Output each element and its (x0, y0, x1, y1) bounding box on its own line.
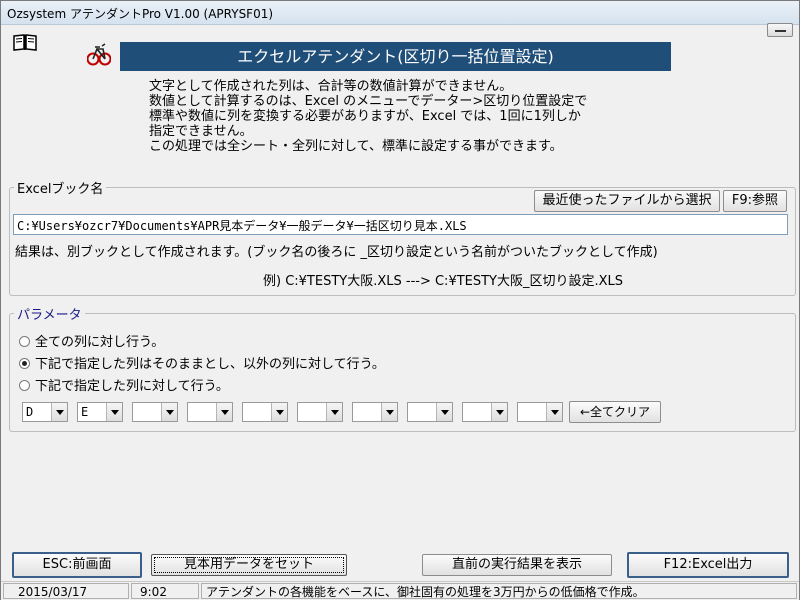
recent-files-button[interactable]: 最近使ったファイルから選択 (534, 190, 720, 212)
result-note: 結果は、別ブックとして作成されます。(ブック名の後ろに _区切り設定という名前が… (15, 245, 658, 260)
column-select-8[interactable] (407, 402, 453, 422)
radio-all-columns[interactable]: 全ての列に対し行う。 (19, 331, 164, 350)
chevron-down-icon[interactable] (326, 403, 342, 421)
description-line: 標準や数値に列を変換する必要がありますが、Excel では、1回に1列しか (149, 109, 581, 124)
status-date: 2015/03/17 (3, 583, 129, 599)
title-bar: Ozsystem アテンダントPro V1.00 (APRYSF01) (1, 1, 799, 25)
description-line: 数値として計算するのは、Excel のメニューでデーター>区切り位置設定で (149, 94, 588, 109)
book-icon[interactable] (13, 33, 37, 51)
clear-all-button[interactable]: ←全てクリア (569, 401, 661, 423)
status-message: アテンダントの各機能をベースに、御社固有の処理を3万円からの低価格で作成。 (201, 583, 797, 599)
radio-label: 下記で指定した列に対して行う。 (35, 379, 229, 394)
description-line: この処理では全シート・全列に対して、標準に設定する事ができます。 (149, 139, 563, 154)
status-time: 9:02 (131, 583, 199, 599)
radio-except-columns[interactable]: 下記で指定した列はそのままとし、以外の列に対して行う。 (19, 353, 385, 372)
radio-icon[interactable] (19, 380, 30, 391)
chevron-down-icon[interactable] (51, 403, 67, 421)
parameters-legend: パラメータ (17, 308, 82, 323)
column-select-7[interactable] (352, 402, 398, 422)
radio-label: 下記で指定した列はそのままとし、以外の列に対して行う。 (35, 357, 385, 372)
column-select-10[interactable] (517, 402, 563, 422)
window-title: Ozsystem アテンダントPro V1.00 (APRYSF01) (7, 7, 274, 21)
app-window: Ozsystem アテンダントPro V1.00 (APRYSF01) エクセル… (0, 0, 800, 600)
example-note: 例) C:¥TESTY大阪.XLS ---> C:¥TESTY大阪_区切り設定.… (263, 274, 624, 289)
chevron-down-icon[interactable] (436, 403, 452, 421)
chevron-down-icon[interactable] (381, 403, 397, 421)
chevron-down-icon[interactable] (216, 403, 232, 421)
page-title-banner: エクセルアテンダント(区切り一括位置設定) (120, 42, 671, 71)
radio-label: 全ての列に対し行う。 (35, 335, 165, 350)
radio-specified-columns[interactable]: 下記で指定した列に対して行う。 (19, 375, 229, 394)
show-previous-result-button[interactable]: 直前の実行結果を表示 (422, 554, 612, 576)
chevron-down-icon[interactable] (161, 403, 177, 421)
bicycle-icon (87, 43, 111, 66)
esc-back-button[interactable]: ESC:前画面 (12, 552, 142, 578)
column-select-9[interactable] (462, 402, 508, 422)
chevron-down-icon[interactable] (546, 403, 562, 421)
column-select-value: E (81, 405, 89, 419)
radio-icon[interactable] (19, 336, 30, 347)
column-select-1[interactable]: D (22, 402, 68, 422)
column-select-6[interactable] (297, 402, 343, 422)
description-line: 指定できません。 (149, 124, 253, 139)
description: 文字として作成された列は、合計等の数値計算ができません。 数値として計算するのは… (149, 79, 709, 154)
chevron-down-icon[interactable] (106, 403, 122, 421)
column-select-2[interactable]: E (77, 402, 123, 422)
browse-button[interactable]: F9:参照 (723, 190, 787, 212)
column-select-3[interactable] (132, 402, 178, 422)
chevron-down-icon[interactable] (491, 403, 507, 421)
excel-book-legend: Excelブック名 (17, 182, 104, 197)
minimize-icon[interactable] (767, 23, 793, 37)
column-select-4[interactable] (187, 402, 233, 422)
excel-output-button[interactable]: F12:Excel出力 (627, 552, 789, 578)
chevron-down-icon[interactable] (271, 403, 287, 421)
column-select-value: D (26, 405, 34, 419)
description-line: 文字として作成された列は、合計等の数値計算ができません。 (149, 79, 513, 94)
column-select-5[interactable] (242, 402, 288, 422)
status-bar: 2015/03/17 9:02 アテンダントの各機能をベースに、御社固有の処理を… (1, 581, 799, 600)
excel-path-input[interactable]: C:¥Users¥ozcr7¥Documents¥APR見本データ¥一般データ¥… (13, 214, 788, 235)
radio-selected-icon[interactable] (19, 358, 30, 369)
set-sample-data-button[interactable]: 見本用データをセット (151, 554, 347, 576)
